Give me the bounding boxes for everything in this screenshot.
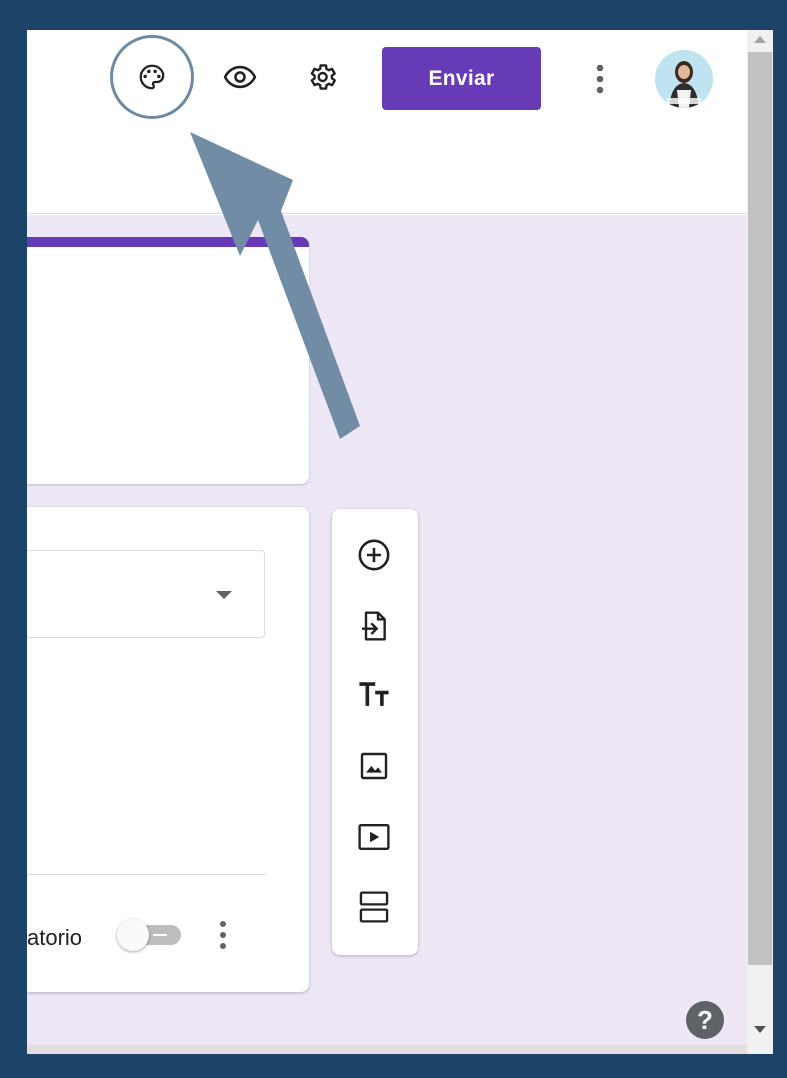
dropdown-arrow-icon [216, 591, 232, 599]
form-header-bar: Enviar [27, 30, 747, 214]
help-button[interactable]: ? [686, 1001, 724, 1039]
add-title-icon[interactable] [350, 671, 398, 719]
import-questions-icon[interactable] [350, 602, 398, 650]
palette-icon[interactable] [128, 53, 176, 101]
floating-toolbar [332, 509, 418, 955]
form-canvas: atorio ? [27, 215, 747, 1045]
add-video-icon[interactable] [350, 813, 398, 861]
question-type-dropdown[interactable] [27, 550, 265, 638]
add-image-icon[interactable] [350, 742, 398, 790]
card-divider [27, 874, 266, 875]
more-vert-icon[interactable] [576, 55, 624, 103]
question-more-icon[interactable] [211, 919, 235, 951]
avatar[interactable] [655, 50, 713, 108]
form-title-card[interactable] [27, 237, 309, 484]
add-section-icon[interactable] [350, 883, 398, 931]
eye-icon[interactable] [216, 53, 264, 101]
vertical-scrollbar[interactable] [747, 30, 773, 1054]
scroll-down-arrow-icon[interactable] [754, 1026, 766, 1033]
add-question-icon[interactable] [350, 531, 398, 579]
bottom-strip [27, 1045, 747, 1054]
gear-icon[interactable] [298, 53, 346, 101]
scroll-up-arrow-icon[interactable] [754, 36, 766, 43]
required-label: atorio [27, 925, 83, 950]
browser-viewport: Enviar atorio ? [27, 30, 773, 1054]
scroll-thumb[interactable] [748, 52, 772, 965]
required-toggle[interactable] [117, 919, 181, 951]
question-card[interactable]: atorio [27, 507, 309, 992]
send-button[interactable]: Enviar [382, 47, 541, 110]
